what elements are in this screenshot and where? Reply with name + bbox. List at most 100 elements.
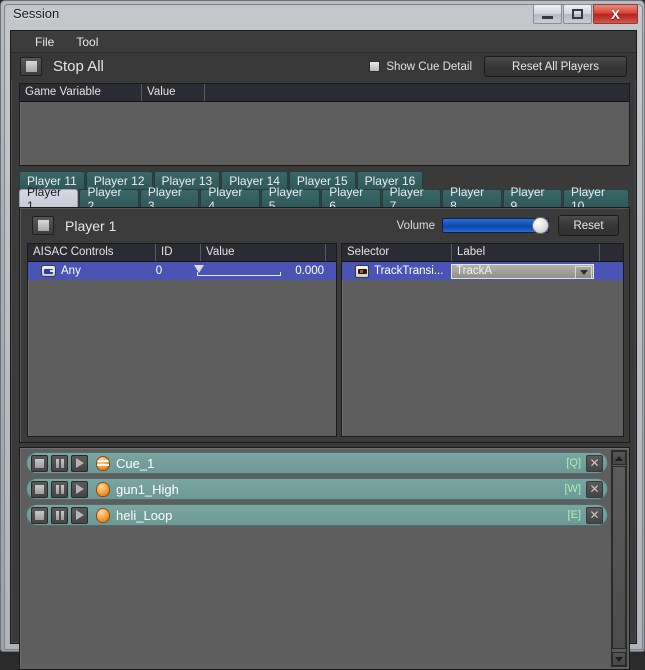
- selector-icon: [355, 265, 369, 278]
- minimize-button[interactable]: [533, 4, 562, 24]
- cue-stop-button[interactable]: [31, 507, 48, 524]
- aisac-value-slider[interactable]: [193, 264, 278, 278]
- title-bar: Session X: [1, 1, 644, 28]
- aisac-slider-thumb[interactable]: [194, 265, 204, 273]
- stop-all-button[interactable]: [20, 57, 42, 76]
- table-row[interactable]: Any 0 0.000: [28, 262, 336, 280]
- volume-slider-thumb[interactable]: [532, 217, 549, 234]
- reset-all-players-button[interactable]: Reset All Players: [484, 56, 627, 77]
- stop-icon: [38, 220, 49, 231]
- window-title: Session: [13, 6, 59, 21]
- cue-sphere-icon: [96, 508, 110, 523]
- cue-pause-button[interactable]: [51, 455, 68, 472]
- player-title: Player 1: [65, 218, 116, 234]
- chevron-up-icon: [615, 456, 623, 461]
- tab-player-9[interactable]: Player 9: [503, 189, 562, 207]
- aisac-list: AISAC Controls ID Value Any 0: [27, 243, 337, 437]
- player-volume-group: Volume Reset: [397, 215, 629, 236]
- player-tabs: Player 11 Player 12 Player 13 Player 14 …: [19, 171, 630, 207]
- tab-player-5[interactable]: Player 5: [261, 189, 320, 207]
- player-panel: Player 1 Volume Reset AISAC Controls ID …: [19, 207, 630, 443]
- player-lists: AISAC Controls ID Value Any 0: [27, 243, 624, 437]
- aisac-value: 0.000: [278, 262, 336, 280]
- cue-name: Cue_1: [116, 456, 154, 471]
- cue-play-button[interactable]: [71, 455, 88, 472]
- player-stop-button[interactable]: [32, 216, 54, 235]
- cue-sphere-icon: [96, 482, 110, 497]
- cue-pause-button[interactable]: [51, 507, 68, 524]
- close-button[interactable]: X: [593, 4, 638, 24]
- player-reset-button[interactable]: Reset: [558, 215, 619, 236]
- cue-close-button[interactable]: ✕: [586, 455, 603, 472]
- list-item[interactable]: Cue_1 [Q] ✕: [26, 452, 608, 474]
- chevron-down-glyph: [580, 270, 588, 275]
- player-tabs-bottom-row: Player 1 Player 2 Player 3 Player 4 Play…: [19, 189, 630, 207]
- menu-item-tool[interactable]: Tool: [65, 33, 109, 51]
- tab-player-6[interactable]: Player 6: [321, 189, 380, 207]
- scrollbar-thumb[interactable]: [612, 466, 626, 649]
- scroll-up-button[interactable]: [612, 451, 626, 465]
- column-header-label[interactable]: Label: [452, 244, 600, 261]
- tab-player-2[interactable]: Player 2: [79, 189, 138, 207]
- maximize-button[interactable]: [563, 4, 592, 24]
- label-dropdown[interactable]: TrackA: [451, 264, 594, 279]
- cue-stop-button[interactable]: [31, 481, 48, 498]
- tab-player-3[interactable]: Player 3: [140, 189, 199, 207]
- column-header-game-variable[interactable]: Game Variable: [20, 84, 142, 101]
- aisac-icon: [41, 265, 56, 277]
- tab-player-10[interactable]: Player 10: [563, 189, 629, 207]
- cue-rows: Cue_1 [Q] ✕ gun1_High [W] ✕: [26, 452, 608, 530]
- tab-player-4[interactable]: Player 4: [200, 189, 259, 207]
- stop-icon: [35, 459, 44, 468]
- menu-item-file[interactable]: File: [24, 33, 65, 51]
- cue-play-button[interactable]: [71, 481, 88, 498]
- aisac-value-text: 0.000: [295, 265, 324, 277]
- tab-player-8[interactable]: Player 8: [442, 189, 501, 207]
- label-dropdown-value: TrackA: [456, 265, 492, 277]
- cue-hotkey: [Q]: [566, 457, 581, 469]
- cue-striped-icon: [96, 456, 110, 471]
- cue-row-right: [Q] ✕: [566, 455, 603, 472]
- cue-list-panel: Cue_1 [Q] ✕ gun1_High [W] ✕: [19, 447, 630, 670]
- show-cue-detail-checkbox[interactable]: [369, 61, 380, 72]
- chevron-down-icon[interactable]: [575, 266, 592, 279]
- player-header: Player 1 Volume Reset: [20, 208, 629, 243]
- aisac-slider-track: [197, 275, 281, 276]
- stop-icon: [35, 511, 44, 520]
- toolbar-right-group: Show Cue Detail Reset All Players: [369, 56, 636, 77]
- cue-hotkey: [W]: [565, 483, 582, 495]
- column-header-spacer[interactable]: [205, 84, 629, 101]
- pause-icon: [56, 485, 64, 494]
- cue-close-button[interactable]: ✕: [586, 481, 603, 498]
- cue-hotkey: [E]: [568, 509, 581, 521]
- app-body: File Tool Stop All Show Cue Detail Reset…: [10, 30, 637, 644]
- game-variable-panel: Game Variable Value: [19, 83, 630, 166]
- show-cue-detail-label: Show Cue Detail: [386, 61, 472, 73]
- tab-player-7[interactable]: Player 7: [382, 189, 441, 207]
- volume-slider[interactable]: [442, 218, 549, 233]
- application-window: Session X File Tool Stop All Show Cue D: [0, 0, 645, 652]
- volume-label: Volume: [397, 220, 435, 232]
- cue-close-button[interactable]: ✕: [586, 507, 603, 524]
- column-header-aisac-id[interactable]: ID: [156, 244, 201, 261]
- cue-play-button[interactable]: [71, 507, 88, 524]
- column-header-aisac-spacer[interactable]: [326, 244, 336, 261]
- column-header-value[interactable]: Value: [142, 84, 205, 101]
- column-header-selector[interactable]: Selector: [342, 244, 452, 261]
- cue-pause-button[interactable]: [51, 481, 68, 498]
- selector-list: Selector Label TrackTransi... TrackA: [341, 243, 624, 437]
- selector-name: TrackTransi...: [369, 262, 451, 280]
- cue-list-scrollbar[interactable]: [611, 450, 627, 667]
- column-header-aisac-value[interactable]: Value: [201, 244, 326, 261]
- table-row[interactable]: TrackTransi... TrackA: [342, 262, 623, 280]
- maximize-icon: [572, 9, 583, 19]
- pause-icon: [56, 511, 64, 520]
- column-header-aisac-controls[interactable]: AISAC Controls: [28, 244, 156, 261]
- tab-player-1[interactable]: Player 1: [19, 189, 78, 207]
- cue-stop-button[interactable]: [31, 455, 48, 472]
- list-item[interactable]: gun1_High [W] ✕: [26, 478, 608, 500]
- list-item[interactable]: heli_Loop [E] ✕: [26, 504, 608, 526]
- aisac-name: Any: [56, 262, 151, 280]
- column-header-selector-spacer[interactable]: [600, 244, 623, 261]
- scroll-down-button[interactable]: [612, 652, 626, 666]
